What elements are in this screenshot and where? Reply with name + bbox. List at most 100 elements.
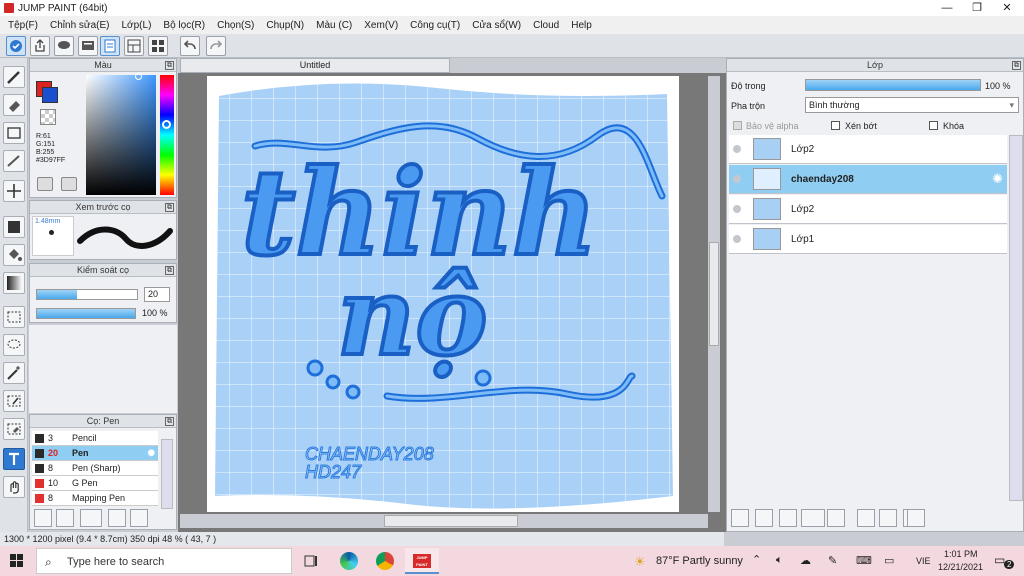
magic-wand-icon[interactable] — [3, 362, 25, 384]
layer-row[interactable]: Lớp2 — [729, 135, 1007, 164]
vscroll-thumb[interactable] — [709, 242, 719, 346]
visibility-icon[interactable] — [733, 235, 741, 243]
menu-capture[interactable]: Chụp(N) — [260, 20, 310, 31]
brush-list-scrollbar[interactable] — [161, 439, 173, 509]
brush-icon[interactable] — [3, 66, 25, 88]
bucket-icon[interactable] — [3, 244, 25, 266]
redo-icon[interactable] — [206, 36, 226, 56]
add-layer-menu-icon[interactable] — [801, 509, 825, 527]
lock-checkbox[interactable] — [929, 121, 938, 130]
keyboard-icon[interactable]: ⌨ — [856, 554, 872, 567]
move-icon[interactable] — [3, 180, 25, 202]
line-brush-icon[interactable] — [3, 150, 25, 172]
menu-filter[interactable]: Bộ lọc(R) — [157, 20, 211, 31]
canvas-vertical-scrollbar[interactable] — [708, 76, 720, 512]
menu-file[interactable]: Tệp(F) — [2, 20, 44, 31]
eraser-icon[interactable] — [3, 94, 25, 116]
layer-list-scrollbar[interactable] — [1009, 135, 1023, 501]
taskbar-search-box[interactable]: ⌕ Type here to search — [36, 548, 292, 574]
menu-edit[interactable]: Chỉnh sửa(E) — [44, 20, 116, 31]
layer-opacity-slider[interactable] — [805, 79, 981, 91]
chevron-up-icon[interactable]: ⌃ — [752, 553, 761, 566]
trash-icon[interactable] — [907, 509, 925, 527]
cloud-icon[interactable]: ☁ — [800, 554, 811, 567]
brush-item-pencil[interactable]: 3 Pencil — [32, 431, 158, 446]
blend-mode-select[interactable]: Bình thường ▾ — [805, 97, 1019, 113]
brush-item-pen-sharp[interactable]: 8 Pen (Sharp) — [32, 461, 158, 476]
hue-cursor[interactable] — [162, 120, 171, 129]
layer-row[interactable]: chaenday208 ✺ — [729, 165, 1007, 194]
chrome-browser-icon[interactable] — [376, 552, 394, 570]
minimize-button[interactable]: — — [932, 0, 962, 16]
brush-size-value[interactable]: 20 — [144, 287, 170, 302]
grid-icon[interactable] — [148, 36, 168, 56]
gradient-icon[interactable] — [3, 272, 25, 294]
gear-icon[interactable]: ✺ — [147, 446, 155, 461]
close-button[interactable]: ✕ — [992, 0, 1022, 16]
layout-icon[interactable] — [124, 36, 144, 56]
brush-folder-icon[interactable] — [130, 509, 148, 527]
comment-icon[interactable] — [54, 36, 74, 56]
menu-view[interactable]: Xem(V) — [358, 20, 404, 31]
new-tone-layer-icon[interactable] — [779, 509, 797, 527]
panel-detach-icon[interactable]: ⧉ — [1012, 61, 1021, 70]
hue-slider[interactable] — [160, 75, 174, 195]
visibility-icon[interactable] — [733, 145, 741, 153]
sv-cursor[interactable] — [135, 73, 142, 80]
canvas-horizontal-scrollbar[interactable] — [180, 514, 708, 528]
brush-item-mapping-pen[interactable]: 8 Mapping Pen — [32, 491, 158, 506]
panel-detach-icon[interactable]: ⧉ — [165, 203, 174, 212]
menu-help[interactable]: Help — [565, 20, 598, 31]
task-view-icon[interactable] — [303, 553, 319, 569]
panel-detach-icon[interactable]: ⧉ — [165, 61, 174, 70]
windows-start-icon[interactable] — [10, 554, 24, 568]
clock-time[interactable]: 1:01 PM — [944, 549, 978, 559]
visibility-icon[interactable] — [733, 175, 741, 183]
layer-row[interactable]: Lớp1 — [729, 225, 1007, 254]
message-icon[interactable] — [78, 36, 98, 56]
brush-size-slider[interactable] — [36, 289, 138, 300]
menu-select[interactable]: Chọn(S) — [211, 20, 260, 31]
menu-window[interactable]: Cửa sổ(W) — [466, 20, 527, 31]
layer-row[interactable]: Lớp2 — [729, 195, 1007, 224]
selection-rect-icon[interactable] — [3, 122, 25, 144]
menu-tools[interactable]: Công cụ(T) — [404, 20, 466, 31]
document-tab[interactable]: Untitled — [180, 58, 450, 73]
eyedropper-icon[interactable] — [37, 177, 53, 191]
clip-checkbox[interactable] — [831, 121, 840, 130]
menu-cloud[interactable]: Cloud — [527, 20, 565, 31]
duplicate-layer-icon[interactable] — [857, 509, 875, 527]
weather-text[interactable]: 87°F Partly sunny — [656, 555, 743, 567]
select-pen-icon[interactable] — [3, 390, 25, 412]
lasso-icon[interactable] — [3, 334, 25, 356]
color-sv-picker[interactable] — [86, 75, 156, 195]
brush-opacity-slider[interactable] — [36, 308, 136, 319]
brush-menu-icon[interactable] — [80, 509, 102, 527]
transparent-swatch[interactable] — [40, 109, 56, 125]
new-layer-icon[interactable] — [731, 509, 749, 527]
panel-detach-icon[interactable]: ⧉ — [165, 266, 174, 275]
clock-date[interactable]: 12/21/2021 — [938, 562, 983, 572]
canvas[interactable]: thinh nộ CHAENDAY208 HD247 — [207, 76, 679, 512]
document-icon[interactable] — [100, 36, 120, 56]
brush-settings-icon[interactable] — [108, 509, 126, 527]
layer-folder-icon[interactable] — [827, 509, 845, 527]
text-tool-icon[interactable] — [3, 448, 25, 470]
marquee-icon[interactable] — [3, 306, 25, 328]
hscroll-thumb[interactable] — [384, 515, 518, 527]
maximize-button[interactable]: ❐ — [962, 0, 992, 16]
jump-paint-taskbar-button[interactable]: JUMP PAINT — [405, 548, 439, 574]
protect-alpha-checkbox[interactable] — [733, 121, 742, 130]
share-icon[interactable] — [30, 36, 50, 56]
panel-detach-icon[interactable]: ⧉ — [165, 417, 174, 426]
brush-cloud-icon[interactable] — [34, 509, 52, 527]
network-icon[interactable]: ▭ — [884, 554, 894, 567]
new-brush-icon[interactable] — [56, 509, 74, 527]
hand-icon[interactable] — [3, 476, 25, 498]
new-raster-layer-icon[interactable] — [755, 509, 773, 527]
menu-color[interactable]: Màu (C) — [310, 20, 358, 31]
palette-icon[interactable] — [61, 177, 77, 191]
speaker-icon[interactable]: 🔈︎ — [776, 554, 783, 567]
cloud-sync-icon[interactable] — [6, 36, 26, 56]
visibility-icon[interactable] — [733, 205, 741, 213]
